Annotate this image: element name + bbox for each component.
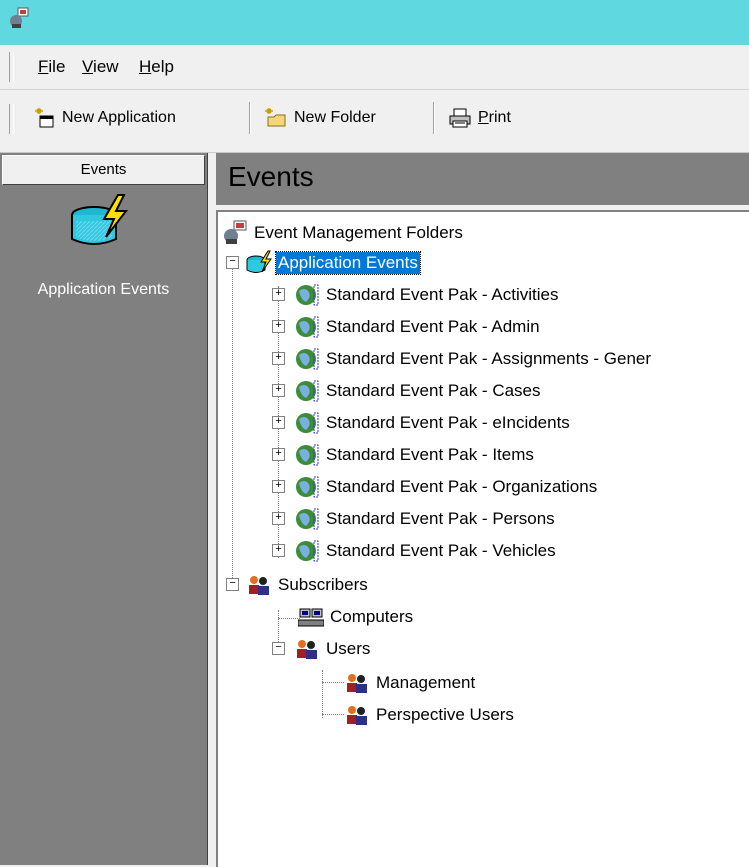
print-label: Print <box>478 109 511 126</box>
expand-toggle[interactable]: + <box>272 320 285 333</box>
event-pak-label: Standard Event Pak - Persons <box>326 509 555 528</box>
tree-node-event-pak[interactable]: Standard Event Pak - eIncidents <box>294 408 572 438</box>
tree-node-event-pak[interactable]: Standard Event Pak - Persons <box>294 504 557 534</box>
management-label: Management <box>376 673 476 692</box>
pane-splitter[interactable] <box>208 153 216 865</box>
event-pak-label: Standard Event Pak - Organizations <box>326 477 598 496</box>
expand-toggle[interactable]: + <box>272 448 285 461</box>
globe-icon <box>296 316 319 338</box>
event-pak-label: Standard Event Pak - Activities <box>326 285 559 304</box>
tree-connector <box>322 682 344 683</box>
tree-node-event-pak[interactable]: Standard Event Pak - Organizations <box>294 472 599 502</box>
event-pak-label: Standard Event Pak - eIncidents <box>326 413 570 432</box>
tree-root-label: Event Management Folders <box>254 223 463 242</box>
expand-toggle[interactable]: + <box>272 288 285 301</box>
right-pane-header: Events <box>216 153 749 205</box>
globe-icon <box>296 412 319 434</box>
new-folder-button[interactable]: New Folder <box>264 104 376 132</box>
globe-icon <box>296 540 319 562</box>
expand-toggle[interactable]: + <box>272 384 285 397</box>
expand-toggle[interactable]: + <box>272 512 285 525</box>
computers-icon <box>298 608 324 627</box>
right-pane-title: Events <box>228 161 314 192</box>
globe-icon <box>296 284 319 306</box>
toolbar-separator <box>249 102 251 134</box>
menu-file[interactable]: File <box>38 57 65 77</box>
tree-node-event-pak[interactable]: Standard Event Pak - Activities <box>294 280 560 310</box>
event-pak-label: Standard Event Pak - Cases <box>326 381 541 400</box>
globe-icon <box>296 444 319 466</box>
perspective-users-label: Perspective Users <box>376 705 514 724</box>
tree-node-computers[interactable]: Computers <box>298 602 415 632</box>
right-pane: Events Event Management Folders − Applic… <box>216 153 749 867</box>
menu-bar: File View Help <box>0 45 749 90</box>
expand-toggle[interactable]: + <box>272 544 285 557</box>
event-pak-label: Standard Event Pak - Assignments - Gener <box>326 349 652 368</box>
application-events-icon <box>246 250 272 273</box>
collapse-toggle[interactable]: − <box>226 256 239 269</box>
printer-icon <box>449 108 471 128</box>
new-application-icon <box>35 108 54 128</box>
collapse-toggle[interactable]: − <box>226 578 239 591</box>
event-pak-label: Standard Event Pak - Admin <box>326 317 540 336</box>
tree-node-event-pak[interactable]: Standard Event Pak - Vehicles <box>294 536 558 566</box>
application-events-node-label: Application Events <box>275 251 421 275</box>
tree-node-users[interactable]: Users <box>294 634 372 664</box>
new-application-label: New Application <box>62 109 176 126</box>
globe-icon <box>296 508 319 530</box>
toolbar-separator <box>433 102 435 134</box>
application-events-icon[interactable] <box>70 193 132 249</box>
tree-node-event-pak[interactable]: Standard Event Pak - Admin <box>294 312 542 342</box>
toolbar-grip[interactable] <box>9 104 14 134</box>
tree-node-application-events[interactable]: Application Events <box>246 248 421 278</box>
subscribers-label: Subscribers <box>278 575 368 594</box>
tree-connector <box>322 714 344 715</box>
event-tree[interactable]: Event Management Folders − Application E… <box>216 210 749 867</box>
tree-node-event-pak[interactable]: Standard Event Pak - Items <box>294 440 536 470</box>
people-icon <box>249 576 269 595</box>
tree-node-subscribers[interactable]: Subscribers <box>246 570 370 600</box>
tree-node-event-pak[interactable]: Standard Event Pak - Cases <box>294 376 543 406</box>
expand-toggle[interactable]: + <box>272 480 285 493</box>
tree-node-perspective-users[interactable]: Perspective Users <box>344 700 516 730</box>
toolbar: New Application New Folder Print <box>0 90 749 153</box>
new-folder-label: New Folder <box>294 109 376 126</box>
expand-toggle[interactable]: + <box>272 416 285 429</box>
left-pane-header[interactable]: Events <box>2 155 205 185</box>
menu-view[interactable]: View <box>82 57 119 77</box>
menu-grip[interactable] <box>9 52 14 82</box>
application-events-label[interactable]: Application Events <box>0 281 207 299</box>
tree-connector <box>232 256 233 590</box>
new-application-button[interactable]: New Application <box>34 104 176 132</box>
users-label: Users <box>326 639 371 658</box>
globe-icon <box>296 348 319 370</box>
menu-help[interactable]: Help <box>139 57 174 77</box>
globe-icon <box>296 476 319 498</box>
event-management-icon <box>224 220 247 244</box>
people-icon <box>297 640 317 659</box>
people-icon <box>347 706 367 725</box>
print-button[interactable]: Print <box>448 104 511 132</box>
app-icon[interactable] <box>8 7 30 29</box>
event-pak-label: Standard Event Pak - Vehicles <box>326 541 556 560</box>
expand-toggle[interactable]: + <box>272 352 285 365</box>
collapse-toggle[interactable]: − <box>272 642 285 655</box>
left-pane: Events Application Events <box>0 153 208 865</box>
event-pak-label: Standard Event Pak - Items <box>326 445 534 464</box>
tree-root-node[interactable]: Event Management Folders <box>222 218 465 248</box>
tree-connector <box>322 670 323 718</box>
new-folder-icon <box>265 108 286 127</box>
people-icon <box>347 674 367 693</box>
globe-icon <box>296 380 319 402</box>
tree-node-management[interactable]: Management <box>344 668 477 698</box>
tree-node-event-pak[interactable]: Standard Event Pak - Assignments - Gener <box>294 344 653 374</box>
title-bar <box>0 0 749 45</box>
computers-label: Computers <box>330 607 414 626</box>
tree-connector <box>278 618 300 619</box>
